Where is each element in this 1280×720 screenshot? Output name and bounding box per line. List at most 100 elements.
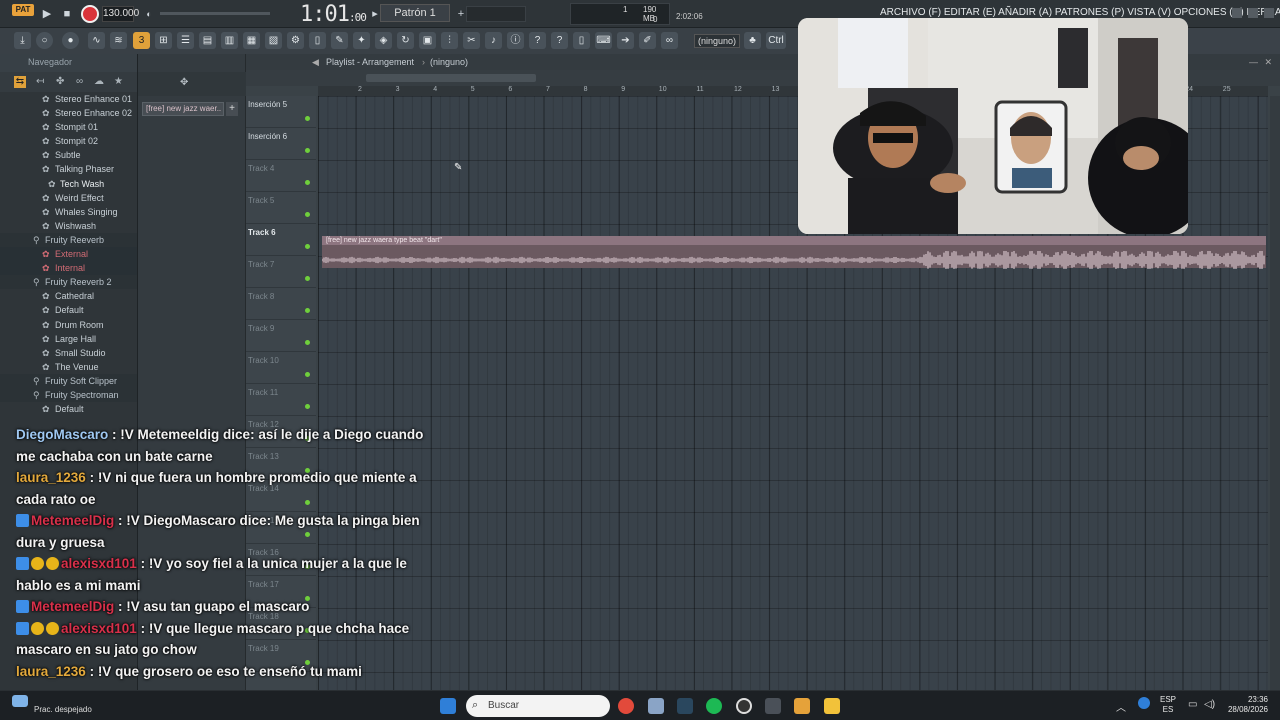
info-icon[interactable]: ⓘ (507, 32, 524, 49)
plugin-icon[interactable]: ⚙ (287, 32, 304, 49)
keyboard-icon[interactable]: ⌨ (595, 32, 612, 49)
settings-icon[interactable] (648, 698, 664, 714)
onedrive-icon[interactable] (1138, 697, 1150, 709)
pattern-panel-move-icon[interactable]: ✥ (180, 77, 188, 88)
browser-folder[interactable]: ⚲ Fruity Reeverb (0, 232, 137, 248)
playlist-icon[interactable]: ▦ (243, 32, 260, 49)
chat-username[interactable]: alexisxd101 (61, 621, 137, 636)
browser-preset[interactable]: ✿ Drum Room (0, 318, 137, 332)
browser-preset[interactable]: ✿ The Venue (0, 360, 137, 374)
browser-collapse-icon[interactable]: ↤ (36, 76, 48, 88)
browser-preset[interactable]: ✿ Stompit 02 (0, 134, 137, 148)
spotify-icon[interactable] (706, 698, 722, 714)
help-bubble-icon[interactable]: ? (529, 32, 546, 49)
audio-clip[interactable]: [free] new jazz waera type beat "dart" (322, 236, 1266, 269)
track-header[interactable]: Inserción 5 (246, 96, 316, 128)
track-mute-led[interactable] (305, 148, 310, 153)
brush-icon[interactable]: ✦ (353, 32, 370, 49)
obs-icon[interactable] (736, 698, 752, 714)
track-mute-led[interactable] (305, 372, 310, 377)
chat-username[interactable]: MetemeelDig (31, 599, 114, 614)
bucket-icon[interactable]: ◈ (375, 32, 392, 49)
file-explorer-icon[interactable] (824, 698, 840, 714)
chat-username[interactable]: laura_1236 (16, 470, 86, 485)
playlist-minimize-icon[interactable]: — (1249, 54, 1258, 70)
track-header[interactable]: Track 10 (246, 352, 316, 384)
stop-icon[interactable]: ■ (58, 5, 76, 23)
track-header[interactable]: Track 11 (246, 384, 316, 416)
browser-icon[interactable]: ▧ (265, 32, 282, 49)
pattern-selector[interactable]: Patrón 1 (380, 4, 450, 22)
browser-preset[interactable]: ✿ Internal (0, 261, 137, 276)
chat-username[interactable]: MetemeelDig (31, 513, 114, 528)
main-menu[interactable]: ARCHIVO (F) EDITAR (E) AÑADIR (A) PATRON… (880, 7, 1280, 18)
chat-username[interactable]: laura_1236 (16, 664, 86, 679)
browser-menu-icon[interactable]: ⇆ (14, 76, 26, 88)
track-header[interactable]: Track 5 (246, 192, 316, 224)
track-mute-led[interactable] (305, 276, 310, 281)
browser-cloud-icon[interactable]: ☁ (94, 76, 106, 88)
playlist-close-icon[interactable]: ✕ (1264, 54, 1272, 70)
volume-icon[interactable]: ◁) (1204, 699, 1215, 710)
browser-preset[interactable]: ✿ Stereo Enhance 02 (0, 106, 137, 120)
start-icon[interactable] (440, 698, 456, 714)
playlist-speaker-icon[interactable]: ◀ (312, 54, 319, 70)
browser-preset[interactable]: ✿ Small Studio (0, 346, 137, 360)
eq-icon[interactable]: ⫶ (441, 32, 458, 49)
refresh-icon[interactable]: ↻ (397, 32, 414, 49)
browser-preset[interactable]: ✿ Wishwash (0, 219, 137, 233)
play-icon[interactable]: ▶ (38, 5, 56, 23)
wave-icon[interactable]: ∿ (88, 32, 105, 49)
track-mute-led[interactable] (305, 404, 310, 409)
file-icon[interactable]: ▯ (309, 32, 326, 49)
language-indicator[interactable]: ESP ES (1160, 695, 1176, 715)
stamp-icon[interactable]: ♣ (744, 32, 761, 49)
tempo-display[interactable]: 130.000 (102, 6, 139, 22)
weather-icon[interactable] (12, 695, 28, 707)
browser-star-icon[interactable]: ★ (114, 76, 126, 88)
add-clip-icon[interactable]: + (226, 102, 238, 116)
close-icon[interactable] (1264, 8, 1274, 18)
metronome-icon[interactable]: ◐ (140, 5, 158, 23)
chrome-icon[interactable] (618, 698, 634, 714)
search-box[interactable]: Buscar (466, 695, 610, 717)
track-mute-led[interactable] (305, 308, 310, 313)
chat-username[interactable]: DiegoMascaro (16, 427, 108, 442)
browser-preset[interactable]: ✿ Cathedral (0, 289, 137, 303)
browser-preset[interactable]: ✿ Talking Phaser (0, 162, 137, 176)
track-header[interactable]: Track 8 (246, 288, 316, 320)
piano-roll-icon[interactable]: ▥ (221, 32, 238, 49)
track-mute-led[interactable] (305, 116, 310, 121)
snap-selector[interactable]: (ninguno) (694, 34, 741, 48)
track-mute-led[interactable] (305, 244, 310, 249)
tray-chevron-icon[interactable]: ︿ (1116, 699, 1126, 714)
steam-icon[interactable] (677, 698, 693, 714)
browser-folder[interactable]: ⚲ Fruity Soft Clipper (0, 373, 137, 388)
browser-link-icon[interactable]: ∞ (76, 76, 88, 88)
browser-folder[interactable]: ⚲ Fruity Reeverb 2 (0, 275, 137, 290)
browser-preset[interactable]: ✿ Subtle (0, 148, 137, 162)
track-header[interactable]: Track 7 (246, 256, 316, 288)
audio-clip-source[interactable]: [free] new jazz waer.. (142, 102, 224, 116)
playlist-horizontal-scroll[interactable] (366, 74, 536, 82)
link-icon[interactable]: ∞ (661, 32, 678, 49)
browser-preset[interactable]: ✿ Default (0, 402, 137, 416)
channel-rack-icon[interactable]: ▤ (199, 32, 216, 49)
tools-icon[interactable]: ✎ (331, 32, 348, 49)
knob-icon[interactable]: ● (62, 32, 79, 49)
track-header[interactable]: Track 6 (246, 224, 316, 256)
maximize-icon[interactable] (1248, 8, 1258, 18)
track-mute-led[interactable] (305, 180, 310, 185)
arrow-right-icon[interactable]: ➔ (617, 32, 634, 49)
cut-icon[interactable]: ✂ (463, 32, 480, 49)
browser-preset[interactable]: ✿ External (0, 247, 137, 262)
browser-preset[interactable]: ✿ Tech Wash (0, 177, 137, 191)
track-mute-led[interactable] (305, 340, 310, 345)
clock[interactable]: 23:36 28/08/2026 (1228, 695, 1268, 715)
network-icon[interactable]: ▭ (1188, 699, 1197, 710)
track-mute-led[interactable] (305, 212, 310, 217)
microphone-icon[interactable]: ♪ (485, 32, 502, 49)
chat-username[interactable]: alexisxd101 (61, 556, 137, 571)
master-volume-slider[interactable] (160, 12, 270, 15)
download-icon[interactable]: ⤓ (14, 32, 31, 49)
